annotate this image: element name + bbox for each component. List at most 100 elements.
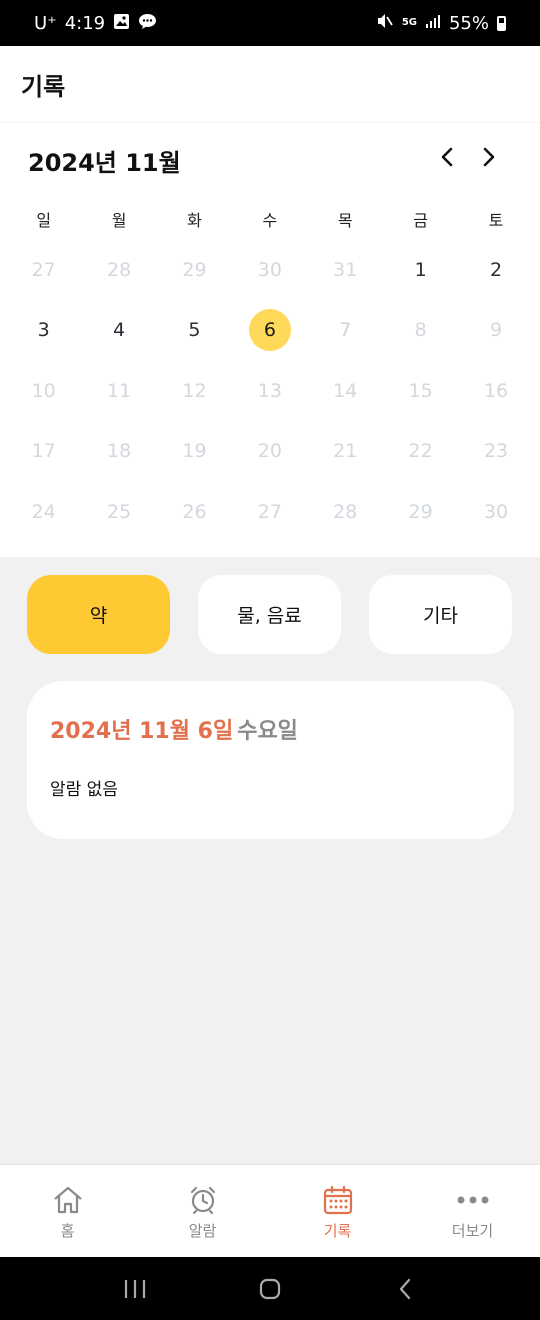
- calendar-day[interactable]: 23: [458, 430, 533, 490]
- home-icon: [51, 1183, 85, 1217]
- calendar-day-number: 26: [182, 500, 207, 523]
- calendar-day[interactable]: 31: [308, 249, 383, 309]
- calendar-day[interactable]: 22: [383, 430, 458, 490]
- day-record-card: 2024년 11월 6일 수요일 알람 없음: [27, 681, 514, 839]
- selected-date-heading: 2024년 11월 6일 수요일: [50, 713, 514, 745]
- calendar-day-number: 6: [248, 309, 291, 352]
- network-type-label: 5G: [401, 17, 417, 28]
- calendar-day[interactable]: 9: [458, 309, 533, 369]
- calendar-day[interactable]: 29: [157, 249, 232, 309]
- calendar: 2024년 11월 일 월 화 수 목 금 토 27 28 29 30 31 1 2 3 4 5 6…: [0, 122, 540, 557]
- weekday-label: 토: [488, 211, 504, 230]
- calendar-day[interactable]: 20: [232, 430, 307, 490]
- calendar-day[interactable]: 14: [308, 370, 383, 430]
- calendar-day-number: 11: [106, 379, 132, 402]
- calendar-day-number: 4: [113, 319, 126, 342]
- calendar-day[interactable]: 27: [6, 249, 81, 309]
- calendar-day-number: 23: [483, 440, 509, 463]
- calendar-day-number: 22: [408, 440, 433, 463]
- calendar-day-number: 19: [182, 440, 207, 463]
- calendar-day[interactable]: 5: [157, 309, 232, 369]
- calendar-day-number: 9: [489, 319, 503, 342]
- calendar-day-number: 17: [31, 440, 56, 463]
- calendar-day[interactable]: 19: [157, 430, 232, 490]
- weekday-label: 화: [187, 211, 202, 230]
- calendar-day[interactable]: 12: [157, 370, 232, 430]
- calendar-day-number: 29: [182, 259, 207, 281]
- signal-icon: [425, 13, 441, 33]
- calendar-day[interactable]: 25: [81, 491, 156, 551]
- calendar-day[interactable]: 10: [6, 370, 81, 430]
- category-tabs: 약 물, 음료 기타: [27, 575, 513, 655]
- battery-icon: [497, 15, 506, 31]
- tab-medicine[interactable]: 약: [27, 575, 170, 654]
- recent-apps-icon: [125, 1279, 146, 1298]
- calendar-day[interactable]: 16: [458, 370, 533, 430]
- page-title: 기록: [21, 72, 66, 101]
- back-button[interactable]: [385, 1269, 425, 1309]
- status-bar: U⁺ 4:19 5G 55%: [0, 0, 540, 46]
- calendar-day-number: 29: [408, 500, 433, 523]
- chevron-left-icon: [441, 147, 453, 167]
- weekday-header: 일 월 화 수 목 금 토: [6, 207, 534, 231]
- calendar-day-number: 7: [339, 319, 352, 342]
- calendar-day[interactable]: 30: [458, 491, 533, 551]
- calendar-day-number: 28: [106, 259, 132, 281]
- calendar-day-number: 24: [31, 500, 56, 523]
- calendar-day-number: 2: [489, 259, 503, 281]
- mute-icon: [376, 12, 394, 34]
- calendar-day[interactable]: 17: [6, 430, 81, 490]
- nav-home[interactable]: 홈: [0, 1165, 135, 1257]
- calendar-day-selected[interactable]: 6: [232, 309, 307, 369]
- alarm-clock-icon: [186, 1183, 220, 1217]
- calendar-day-number: 13: [257, 379, 282, 402]
- calendar-day-number: 12: [182, 379, 207, 402]
- chevron-right-icon: [483, 147, 495, 167]
- nav-alarm[interactable]: 알람: [135, 1165, 270, 1257]
- calendar-day-number: 15: [408, 379, 433, 402]
- calendar-day-number: 8: [414, 319, 427, 342]
- next-month-button[interactable]: [473, 141, 505, 173]
- calendar-day-number: 14: [333, 379, 358, 402]
- system-navigation-bar: [0, 1257, 540, 1320]
- calendar-day[interactable]: 2: [458, 249, 533, 309]
- calendar-day[interactable]: 7: [308, 309, 383, 369]
- previous-month-button[interactable]: [431, 141, 463, 173]
- calendar-day[interactable]: 27: [232, 491, 307, 551]
- calendar-day-number: 16: [483, 379, 509, 402]
- empty-alarm-text: 알람 없음: [50, 780, 118, 800]
- calendar-day[interactable]: 29: [383, 491, 458, 551]
- tab-other[interactable]: 기타: [369, 575, 512, 654]
- nav-records[interactable]: 기록: [270, 1165, 405, 1257]
- calendar-day-number: 25: [106, 500, 132, 523]
- nav-more[interactable]: 더보기: [405, 1165, 540, 1257]
- calendar-day[interactable]: 28: [81, 249, 156, 309]
- calendar-day-number: 18: [106, 440, 132, 463]
- calendar-day[interactable]: 26: [157, 491, 232, 551]
- calendar-day[interactable]: 24: [6, 491, 81, 551]
- calendar-month-title: 2024년 11월: [28, 149, 181, 177]
- calendar-day-number: 27: [31, 259, 56, 281]
- nav-more-label: 더보기: [451, 1222, 494, 1240]
- calendar-day[interactable]: 18: [81, 430, 156, 490]
- calendar-day[interactable]: 28: [308, 491, 383, 551]
- calendar-day[interactable]: 11: [81, 370, 156, 430]
- bottom-navigation: 홈 알람 기록 더보기: [0, 1164, 540, 1257]
- selected-date: 2024년 11월 6일: [50, 719, 234, 744]
- recent-apps-button[interactable]: [115, 1269, 155, 1309]
- home-system-button[interactable]: [250, 1269, 290, 1309]
- app-bar: 기록: [0, 46, 540, 122]
- calendar-day[interactable]: 30: [232, 249, 307, 309]
- battery-percent: 55%: [448, 12, 489, 34]
- calendar-day[interactable]: 21: [308, 430, 383, 490]
- weekday-label: 월: [111, 211, 127, 230]
- calendar-day[interactable]: 8: [383, 309, 458, 369]
- calendar-day[interactable]: 4: [81, 309, 156, 369]
- calendar-day[interactable]: 1: [383, 249, 458, 309]
- calendar-day[interactable]: 15: [383, 370, 458, 430]
- calendar-day[interactable]: 13: [232, 370, 307, 430]
- home-circle-icon: [259, 1278, 281, 1299]
- selected-weekday: 수요일: [237, 719, 298, 744]
- calendar-day[interactable]: 3: [6, 309, 81, 369]
- tab-water-drinks[interactable]: 물, 음료: [198, 575, 341, 654]
